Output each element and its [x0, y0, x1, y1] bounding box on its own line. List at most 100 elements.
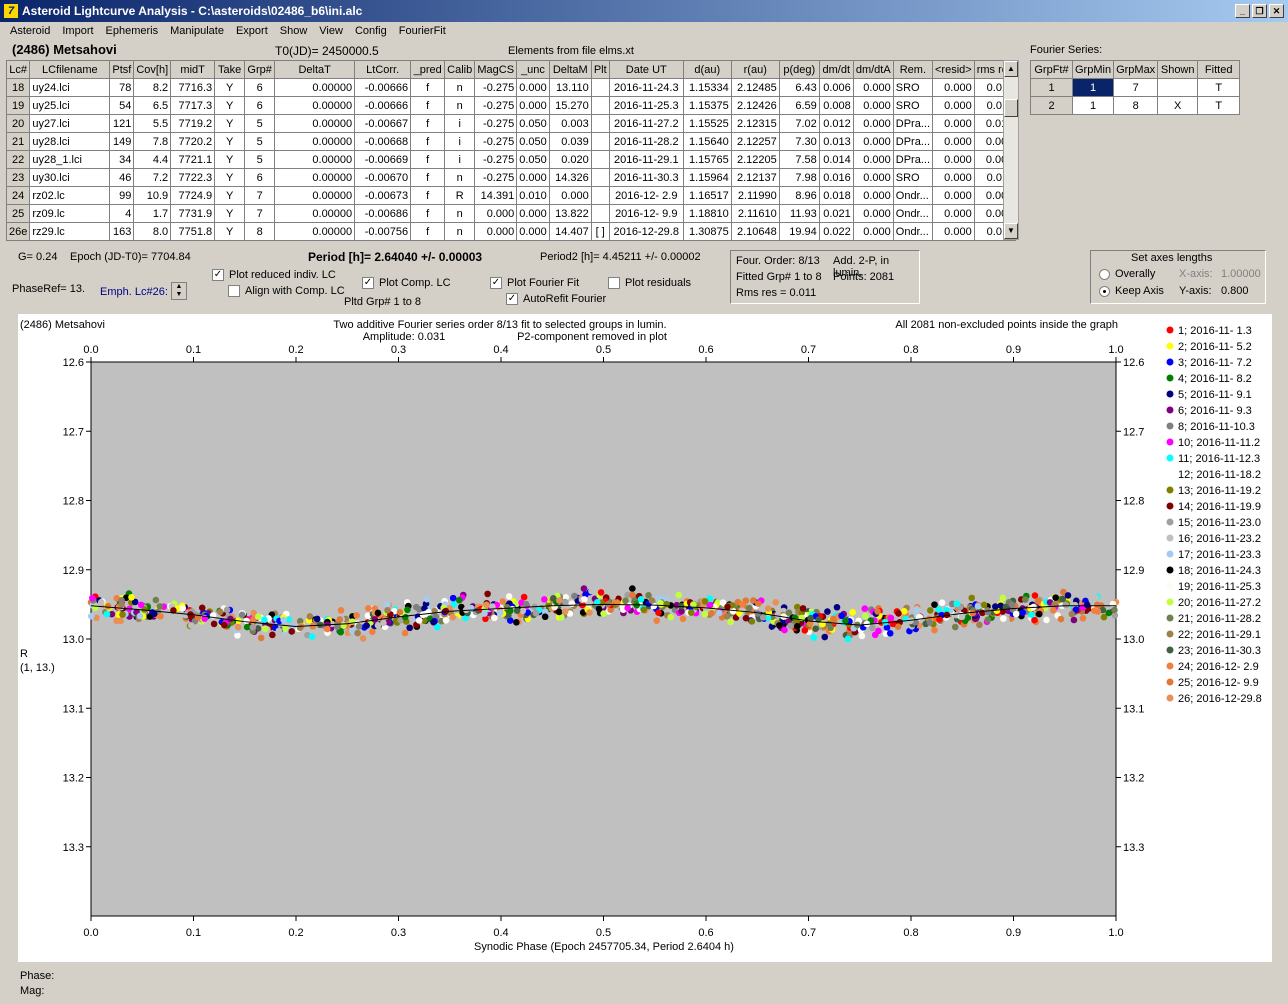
table-row[interactable]: 18 uy24.lci 78 8.2 7716.3 Y 6 0.00000 -0.00666 f n…	[5, 78, 1017, 97]
column-header[interactable]: MagCS	[474, 60, 518, 79]
table-cell[interactable]	[1157, 78, 1199, 97]
table-cell[interactable]: 1	[1071, 96, 1115, 115]
plot-fourier-checkbox[interactable]: ✓ Plot Fourier Fit	[490, 277, 579, 290]
overally-radio[interactable]: Overally	[1099, 268, 1155, 280]
column-header[interactable]: Take	[214, 60, 246, 79]
scroll-up-icon[interactable]: ▲	[1004, 61, 1018, 77]
table-cell: 1.15375	[682, 96, 732, 115]
menu-import[interactable]: Import	[56, 25, 99, 37]
menu-config[interactable]: Config	[349, 25, 393, 37]
minimize-button[interactable]: _	[1235, 4, 1250, 18]
table-cell[interactable]: T	[1197, 78, 1241, 97]
table-cell: 0.000	[852, 96, 894, 115]
column-header[interactable]: dm/dtA	[852, 60, 894, 79]
table-cell: 0.003	[548, 114, 592, 133]
table-cell: 121	[109, 114, 135, 133]
table-row[interactable]: 117T	[1030, 78, 1241, 97]
column-header[interactable]: <resid>	[932, 60, 975, 79]
column-header[interactable]: DeltaT	[274, 60, 356, 79]
column-header[interactable]: dm/dt	[818, 60, 854, 79]
scroll-thumb[interactable]	[1004, 99, 1018, 117]
data-point	[541, 613, 549, 621]
column-header[interactable]: LtCorr.	[354, 60, 412, 79]
table-row[interactable]: 24 rz02.lc 99 10.9 7724.9 Y 7 0.00000 -0.00673 f R…	[5, 186, 1017, 205]
scroll-down-icon[interactable]: ▼	[1004, 223, 1018, 239]
row-index[interactable]: 23	[5, 168, 31, 187]
column-header[interactable]: Lc#	[5, 60, 31, 79]
data-point	[234, 623, 242, 631]
row-index[interactable]: 26e	[5, 222, 31, 241]
table-scrollbar[interactable]: ▲ ▼	[1003, 60, 1019, 240]
table-cell[interactable]: 1	[1030, 78, 1073, 97]
column-header[interactable]: _unc	[516, 60, 550, 79]
table-row[interactable]: 20 uy27.lci 121 5.5 7719.2 Y 5 0.00000 -0.00667 f…	[5, 114, 1017, 133]
table-row[interactable]: 19 uy25.lci 54 6.5 7717.3 Y 6 0.00000 -0.00666 f n…	[5, 96, 1017, 115]
menu-view[interactable]: View	[313, 25, 349, 37]
row-index[interactable]: 21	[5, 132, 31, 151]
menu-show[interactable]: Show	[274, 25, 314, 37]
column-header[interactable]: Grp#	[244, 60, 276, 79]
spinner-icon[interactable]: ▲ ▼	[171, 282, 187, 300]
row-index[interactable]: 25	[5, 204, 31, 223]
close-button[interactable]: ✕	[1269, 4, 1284, 18]
table-row[interactable]: 23 uy30.lci 46 7.2 7722.3 Y 6 0.00000 -0.00670 f n…	[5, 168, 1017, 187]
row-index[interactable]: 20	[5, 114, 31, 133]
column-header[interactable]: Cov[h]	[133, 60, 172, 79]
lightcurve-plot[interactable]: (2486) Metsahovi Two additive Fourier ser…	[18, 314, 1272, 962]
column-header[interactable]: Plt	[590, 60, 610, 79]
axes-lengths-panel: Set axes lengths Overally Keep Axis X-ax…	[1090, 250, 1266, 304]
restore-button[interactable]: ❐	[1252, 4, 1267, 18]
column-header[interactable]: Date UT	[608, 60, 684, 79]
plot-residuals-checkbox[interactable]: Plot residuals	[608, 277, 691, 290]
table-cell[interactable]: 2	[1030, 96, 1073, 115]
table-cell: 0.000	[852, 204, 894, 223]
menu-fourierfit[interactable]: FourierFit	[393, 25, 452, 37]
table-cell[interactable]: X	[1157, 96, 1199, 115]
table-cell: 2.11990	[730, 186, 780, 205]
table-row[interactable]: 25 rz09.lc 4 1.7 7731.9 Y 7 0.00000 -0.00686 f n 0.…	[5, 204, 1017, 223]
plot-reduced-checkbox[interactable]: ✓ Plot reduced indiv. LC	[212, 269, 336, 282]
table-row[interactable]: 26e rz29.lc 163 8.0 7751.8 Y 8 0.00000 -0.00756 f…	[5, 222, 1017, 241]
x-tick-label-bottom: 0.7	[801, 927, 816, 939]
menu-ephemeris[interactable]: Ephemeris	[100, 25, 165, 37]
table-cell[interactable]: T	[1197, 96, 1241, 115]
data-point	[629, 591, 636, 599]
table-cell: 0.000	[852, 150, 894, 169]
table-cell[interactable]: 8	[1113, 96, 1159, 115]
column-header[interactable]: midT	[170, 60, 216, 79]
column-header[interactable]: _pred	[410, 60, 446, 79]
column-header[interactable]: r(au)	[730, 60, 780, 79]
table-cell[interactable]: 1	[1071, 78, 1115, 97]
column-header[interactable]: Calib	[444, 60, 476, 79]
column-header[interactable]: DeltaM	[548, 60, 592, 79]
table-row[interactable]: 218XT	[1030, 96, 1241, 115]
table-cell: f	[410, 150, 446, 169]
menu-asteroid[interactable]: Asteroid	[4, 25, 56, 37]
table-row[interactable]: 22 uy28_1.lci 34 4.4 7721.1 Y 5 0.00000 -0.00669…	[5, 150, 1017, 169]
table-row[interactable]: 21 uy28.lci 149 7.8 7720.2 Y 5 0.00000 -0.00668 f…	[5, 132, 1017, 151]
row-index[interactable]: 22	[5, 150, 31, 169]
x-tick-label-top: 0.7	[801, 344, 816, 356]
emph-spinner[interactable]: ▲ ▼	[171, 282, 187, 300]
row-index[interactable]: 19	[5, 96, 31, 115]
align-comp-checkbox[interactable]: Align with Comp. LC	[228, 285, 345, 298]
y-tick-label-left: 13.2	[63, 773, 84, 785]
table-cell: -0.00669	[354, 150, 412, 169]
column-header[interactable]: LCfilename	[29, 60, 111, 79]
menu-export[interactable]: Export	[230, 25, 274, 37]
table-cell	[590, 150, 610, 169]
row-index[interactable]: 18	[5, 78, 31, 97]
column-header[interactable]: Ptsf	[109, 60, 135, 79]
column-header[interactable]: Rem.	[892, 60, 934, 79]
plot-comp-checkbox[interactable]: ✓ Plot Comp. LC	[362, 277, 451, 290]
menu-manipulate[interactable]: Manipulate	[164, 25, 230, 37]
data-point	[862, 612, 869, 620]
keep-axis-radio[interactable]: Keep Axis	[1099, 285, 1164, 297]
autorefit-checkbox[interactable]: ✓ AutoRefit Fourier	[506, 293, 606, 306]
yaxis-value[interactable]: 0.800	[1221, 285, 1249, 297]
column-header[interactable]: p(deg)	[778, 60, 820, 79]
row-index[interactable]: 24	[5, 186, 31, 205]
table-cell: 2016-11-27.2	[608, 114, 684, 133]
table-cell[interactable]: 7	[1113, 78, 1159, 97]
column-header[interactable]: d(au)	[682, 60, 732, 79]
